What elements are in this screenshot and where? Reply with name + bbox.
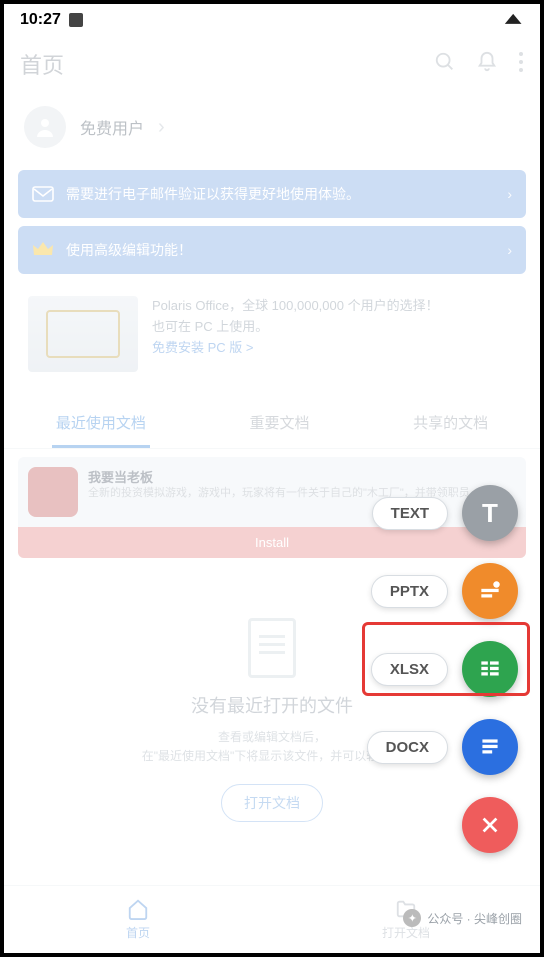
chevron-right-icon: › — [158, 116, 165, 139]
premium-banner[interactable]: 使用高级编辑功能！ › — [18, 226, 526, 274]
status-app-icon — [69, 13, 83, 27]
fab-docx-row[interactable]: DOCX — [367, 719, 518, 775]
page-title: 首页 — [20, 48, 434, 80]
tab-recent[interactable]: 最近使用文档 — [52, 400, 150, 448]
crown-icon — [32, 241, 54, 259]
promo-line1: Polaris Office，全球 100,000,000 个用户的选择！ — [152, 296, 439, 317]
nav-home-label: 首页 — [126, 924, 150, 941]
fab-docx-button[interactable] — [462, 719, 518, 775]
search-icon[interactable] — [434, 51, 456, 78]
promo-image — [28, 296, 138, 372]
watermark: ✦ 公众号 · 尖峰创圈 — [403, 909, 522, 927]
watermark-text: 公众号 · 尖峰创圈 — [427, 910, 522, 927]
tab-shared[interactable]: 共享的文档 — [409, 400, 492, 448]
promo-link[interactable]: 免费安装 PC 版 > — [152, 338, 439, 359]
nav-home[interactable]: 首页 — [4, 886, 272, 953]
status-time: 10:27 — [20, 11, 61, 29]
more-icon[interactable] — [518, 51, 524, 78]
fab-text-row[interactable]: TEXT T — [372, 485, 518, 541]
ad-thumb-icon — [28, 467, 78, 517]
user-row[interactable]: 免费用户 › — [4, 92, 540, 162]
status-icons — [504, 10, 524, 31]
fab-pptx-row[interactable]: PPTX — [371, 563, 518, 619]
banner-text: 使用高级编辑功能！ — [66, 240, 192, 260]
document-icon — [248, 618, 296, 678]
app-header: 首页 — [4, 36, 540, 92]
fab-close-button[interactable] — [462, 797, 518, 853]
fab-pptx-label: PPTX — [371, 575, 448, 608]
fab-text-button[interactable]: T — [462, 485, 518, 541]
banner-text: 需要进行电子邮件验证以获得更好地使用体验。 — [66, 184, 360, 204]
chevron-right-icon: › — [507, 242, 512, 258]
email-verify-banner[interactable]: 需要进行电子邮件验证以获得更好地使用体验。 › — [18, 170, 526, 218]
ad-title: 我要当老板 — [88, 467, 516, 486]
bell-icon[interactable] — [476, 51, 498, 78]
mail-icon — [32, 185, 54, 203]
tab-important[interactable]: 重要文档 — [245, 400, 313, 448]
fab-xlsx-label: XLSX — [371, 653, 448, 686]
fab-text-label: TEXT — [372, 497, 448, 530]
fab-menu: TEXT T PPTX XLSX DOCX — [367, 485, 518, 853]
fab-xlsx-button[interactable] — [462, 641, 518, 697]
promo-line2: 也可在 PC 上使用。 — [152, 317, 439, 338]
pc-promo[interactable]: Polaris Office，全球 100,000,000 个用户的选择！ 也可… — [18, 282, 526, 386]
user-label: 免费用户 — [80, 115, 144, 139]
chevron-right-icon: › — [507, 186, 512, 202]
doc-tabs: 最近使用文档 重要文档 共享的文档 — [4, 400, 540, 449]
fab-docx-label: DOCX — [367, 731, 448, 764]
fab-pptx-button[interactable] — [462, 563, 518, 619]
fab-xlsx-row[interactable]: XLSX — [371, 641, 518, 697]
status-bar: 10:27 — [4, 4, 540, 36]
wechat-icon: ✦ — [403, 909, 421, 927]
open-doc-button[interactable]: 打开文档 — [221, 784, 323, 822]
avatar-icon — [24, 106, 66, 148]
